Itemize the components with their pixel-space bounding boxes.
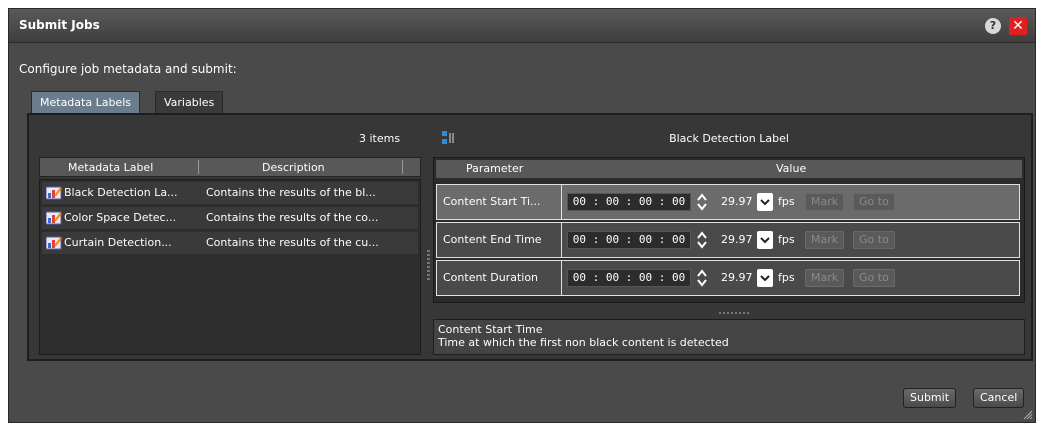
tab-metadata-labels[interactable]: Metadata Labels (31, 91, 140, 113)
parameter-table-header: Parameter Value (436, 160, 1022, 178)
help-icon[interactable]: ? (985, 18, 1001, 34)
parameter-row[interactable]: Content End Time 00 : 00 : 00 : 00 29.97… (436, 222, 1020, 258)
goto-button[interactable]: Go to (853, 193, 895, 211)
fps-value: 29.97 (721, 195, 753, 208)
parameter-row[interactable]: Content Duration 00 : 00 : 00 : 00 29.97… (436, 260, 1020, 296)
selected-label-title: Black Detection Label (669, 132, 789, 145)
parameter-name: Content Start Ti... (443, 195, 541, 208)
submit-jobs-dialog: Submit Jobs ? ✕ Configure job metadata a… (8, 8, 1036, 423)
pane-splitter[interactable] (427, 250, 430, 280)
label-chart-icon (46, 186, 62, 200)
timecode-field[interactable]: 00 : 00 : 00 : 00 (567, 193, 691, 211)
title-bar[interactable]: Submit Jobs ? ✕ (9, 9, 1035, 43)
fps-label: fps (778, 195, 795, 208)
mark-button[interactable]: Mark (805, 231, 845, 249)
cancel-button[interactable]: Cancel (973, 388, 1025, 408)
list-item[interactable]: Color Space Detec... Contains the result… (42, 207, 418, 229)
resize-grip-icon[interactable] (1023, 410, 1033, 420)
metadata-label-description: Contains the results of the co... (206, 211, 379, 224)
metadata-label-list: Black Detection La... Contains the resul… (39, 179, 421, 355)
chevron-down-icon[interactable] (757, 193, 773, 211)
column-header-metadata-label[interactable]: Metadata Label (68, 161, 153, 174)
chevron-down-icon[interactable] (757, 231, 773, 249)
parameter-description-box: Content Start Time Time at which the fir… (433, 319, 1025, 355)
column-header-description[interactable]: Description (262, 161, 325, 174)
list-item[interactable]: Curtain Detection... Contains the result… (42, 232, 418, 254)
fps-label: fps (778, 233, 795, 246)
metadata-label-name: Black Detection La... (64, 186, 178, 199)
item-count: 3 items (359, 132, 401, 145)
instruction-text: Configure job metadata and submit: (19, 62, 237, 76)
column-header-parameter[interactable]: Parameter (466, 162, 523, 175)
metadata-panel: 3 items Metadata Label Description Black… (27, 113, 1033, 361)
dialog-title: Submit Jobs (19, 18, 100, 32)
goto-button[interactable]: Go to (853, 231, 895, 249)
description-title: Content Start Time (438, 323, 543, 336)
fps-label: fps (778, 271, 795, 284)
label-chart-icon (46, 211, 62, 225)
description-text: Time at which the first non black conten… (438, 336, 729, 349)
metadata-label-description: Contains the results of the cu... (206, 236, 379, 249)
spinner-arrows-icon[interactable] (695, 269, 709, 287)
column-header-value[interactable]: Value (776, 162, 806, 175)
mark-button[interactable]: Mark (805, 269, 845, 287)
parameter-row[interactable]: Content Start Ti... 00 : 00 : 00 : 00 29… (436, 184, 1020, 220)
label-chart-icon (46, 236, 62, 250)
spinner-arrows-icon[interactable] (695, 193, 709, 211)
goto-button[interactable]: Go to (853, 269, 895, 287)
mark-button[interactable]: Mark (805, 193, 845, 211)
parameter-name: Content Duration (443, 271, 539, 284)
timecode-field[interactable]: 00 : 00 : 00 : 00 (567, 269, 691, 287)
spinner-arrows-icon[interactable] (695, 231, 709, 249)
description-splitter[interactable] (719, 312, 749, 314)
metadata-label-name: Curtain Detection... (64, 236, 172, 249)
timecode-field[interactable]: 00 : 00 : 00 : 00 (567, 231, 691, 249)
metadata-label-name: Color Space Detec... (64, 211, 177, 224)
fps-value: 29.97 (721, 233, 753, 246)
fps-value: 29.97 (721, 271, 753, 284)
parameter-table: Parameter Value Content Start Ti... 00 :… (433, 157, 1025, 303)
metadata-list-header: Metadata Label Description (39, 157, 421, 177)
submit-button[interactable]: Submit (903, 388, 957, 408)
close-icon[interactable]: ✕ (1009, 17, 1027, 35)
list-item[interactable]: Black Detection La... Contains the resul… (42, 182, 418, 204)
tab-variables[interactable]: Variables (155, 91, 224, 113)
metadata-label-description: Contains the results of the bl... (206, 186, 376, 199)
chevron-down-icon[interactable] (757, 269, 773, 287)
parameter-name: Content End Time (443, 233, 542, 246)
